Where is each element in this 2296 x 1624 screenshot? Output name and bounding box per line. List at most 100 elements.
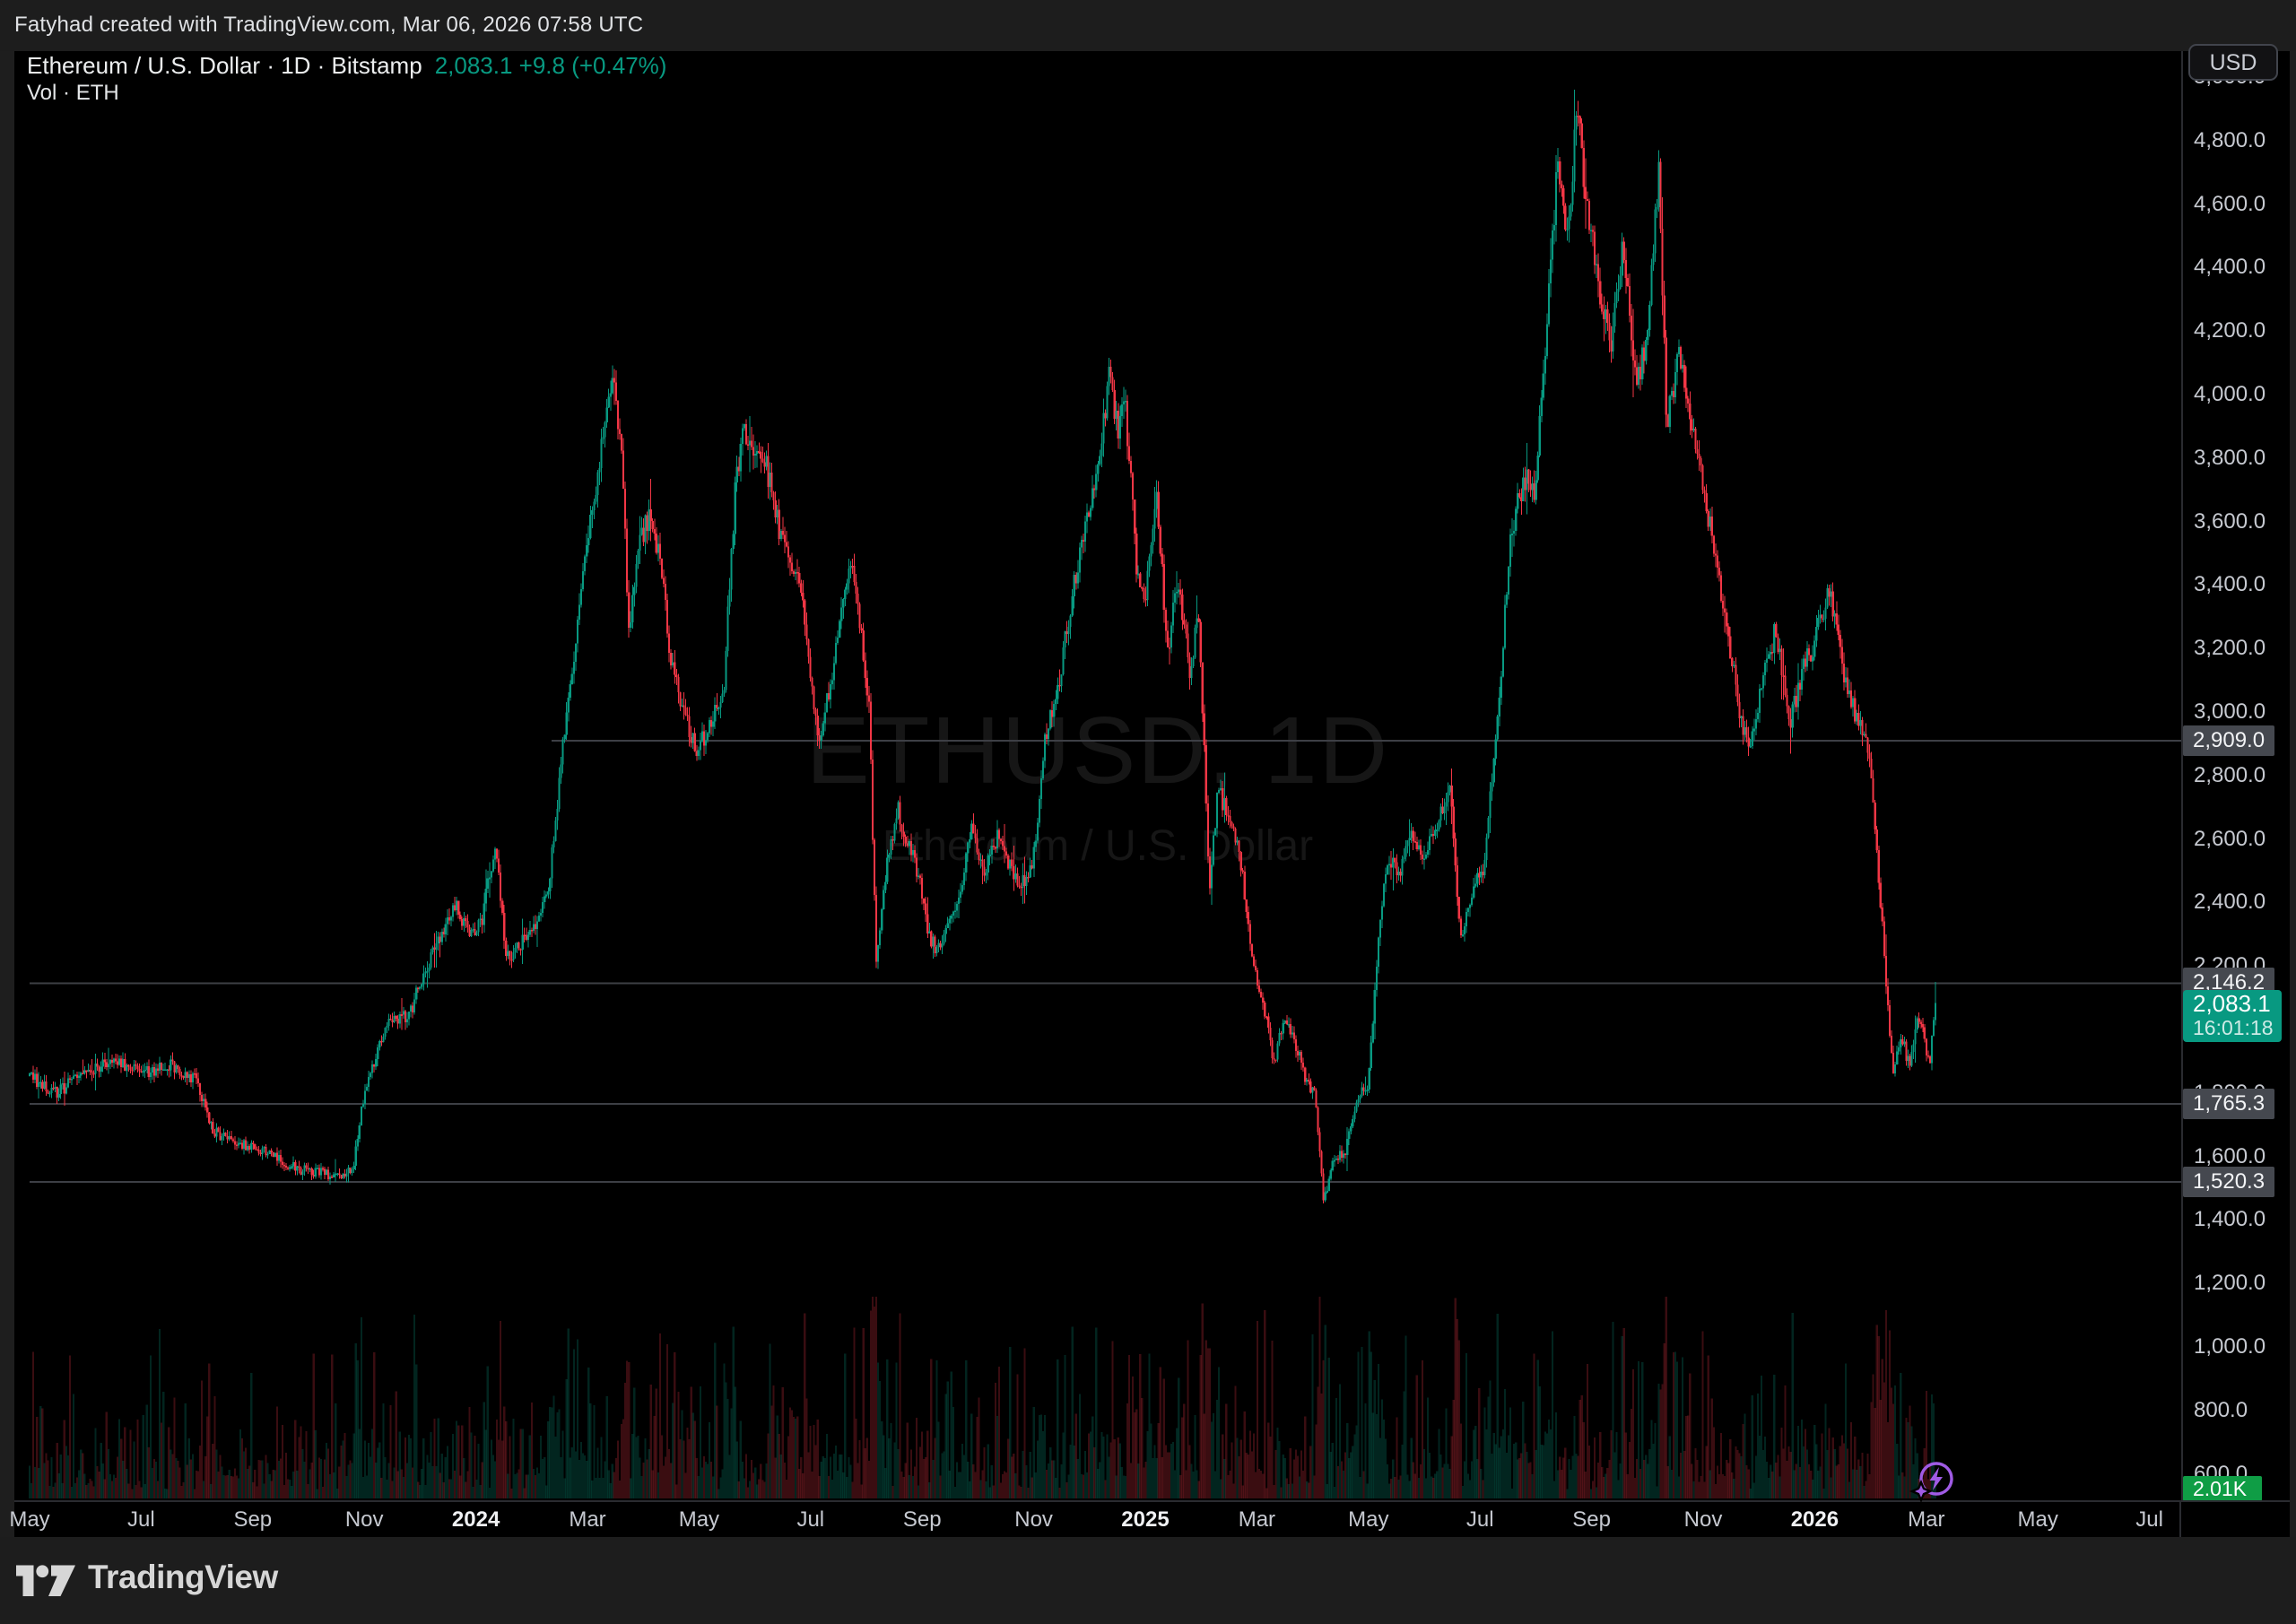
volume-bar bbox=[793, 1417, 795, 1498]
candle-body bbox=[347, 1168, 349, 1173]
candle-body bbox=[157, 1069, 159, 1072]
candle-body bbox=[361, 1107, 362, 1125]
candle-body bbox=[1634, 360, 1636, 368]
volume-bar bbox=[1211, 1422, 1213, 1498]
candle-body bbox=[232, 1139, 234, 1141]
candle-body bbox=[709, 720, 710, 733]
horizontal-level-line bbox=[30, 1103, 2181, 1105]
candle-body bbox=[73, 1076, 74, 1079]
candle-body bbox=[1139, 574, 1141, 587]
time-axis[interactable]: MayJulSepNov2024MarMayJulSepNov2025MarMa… bbox=[14, 1500, 2290, 1537]
candle-body bbox=[769, 473, 770, 487]
volume-bar bbox=[322, 1487, 324, 1498]
price-axis[interactable]: 600.0800.01,000.01,200.01,400.01,600.01,… bbox=[2181, 51, 2290, 1500]
candle-body bbox=[849, 566, 851, 569]
candle-wick bbox=[592, 506, 593, 528]
volume-bar bbox=[1281, 1487, 1283, 1498]
candle-body bbox=[805, 625, 807, 640]
volume-bar bbox=[965, 1360, 967, 1498]
volume-bar bbox=[1077, 1459, 1079, 1498]
candle-body bbox=[1682, 365, 1683, 369]
candle-body bbox=[1834, 613, 1836, 616]
tradingview-logo[interactable]: TradingView bbox=[16, 1559, 278, 1596]
attribution-text: Fatyhad created with TradingView.com, Ma… bbox=[14, 13, 643, 38]
volume-bar bbox=[1387, 1464, 1388, 1498]
candle-body bbox=[1077, 573, 1079, 584]
time-axis-month-label: Sep bbox=[903, 1507, 942, 1533]
volume-bar bbox=[1158, 1423, 1160, 1498]
volume-bar bbox=[1458, 1340, 1460, 1498]
volume-bar bbox=[1248, 1455, 1249, 1498]
candle-body bbox=[558, 777, 560, 809]
volume-bar bbox=[1011, 1457, 1013, 1498]
candle-body bbox=[1808, 648, 1810, 656]
volume-bar bbox=[355, 1343, 357, 1498]
volume-bar bbox=[589, 1403, 591, 1498]
volume-bar bbox=[1537, 1360, 1539, 1498]
volume-bar bbox=[1694, 1448, 1696, 1498]
candle-body bbox=[1759, 689, 1761, 713]
candle-body bbox=[1335, 1159, 1337, 1160]
volume-bar bbox=[674, 1352, 675, 1498]
volume-bar bbox=[1218, 1367, 1220, 1498]
currency-toggle-button[interactable]: USD bbox=[2188, 44, 2278, 81]
volume-bar bbox=[586, 1461, 587, 1498]
volume-bar bbox=[773, 1385, 775, 1498]
candle-body bbox=[1733, 664, 1735, 666]
candle-body bbox=[1079, 548, 1081, 573]
volume-bar bbox=[94, 1429, 96, 1498]
candle-body bbox=[438, 936, 439, 943]
volume-bar bbox=[1455, 1298, 1457, 1498]
candle-body bbox=[1715, 553, 1717, 555]
volume-bar bbox=[1857, 1459, 1859, 1498]
candle-body bbox=[1608, 323, 1610, 340]
candle-body bbox=[1636, 368, 1638, 385]
volume-bar bbox=[809, 1426, 811, 1498]
candle-body bbox=[630, 622, 631, 628]
candle-body bbox=[969, 839, 970, 842]
boost-lightning-icon[interactable] bbox=[1909, 1458, 1959, 1505]
candlestick-plot[interactable] bbox=[14, 51, 2181, 1500]
volume-bar bbox=[212, 1444, 213, 1498]
volume-bar bbox=[248, 1466, 250, 1498]
volume-bar bbox=[647, 1460, 648, 1498]
candle-body bbox=[501, 900, 503, 913]
volume-indicator-label[interactable]: Vol · ETH bbox=[27, 80, 666, 107]
volume-bar bbox=[868, 1461, 870, 1498]
volume-bar bbox=[883, 1436, 884, 1498]
chart-canvas[interactable]: ETHUSD, 1D Ethereum / U.S. Dollar Ethere… bbox=[14, 51, 2181, 1500]
volume-bar bbox=[271, 1481, 273, 1498]
candle-body bbox=[265, 1147, 266, 1155]
candle-body bbox=[1694, 429, 1696, 449]
volume-bar bbox=[1742, 1424, 1744, 1498]
price-tick: 3,200.0 bbox=[2194, 636, 2266, 661]
horizontal-level-line bbox=[30, 982, 2181, 984]
candle-body bbox=[1309, 1081, 1311, 1093]
candle-body bbox=[1169, 647, 1170, 649]
candle-body bbox=[1374, 990, 1376, 1024]
candle-wick bbox=[434, 933, 435, 968]
volume-bar bbox=[445, 1457, 447, 1498]
volume-bar bbox=[461, 1426, 463, 1498]
volume-bar bbox=[731, 1408, 733, 1498]
volume-bar bbox=[665, 1456, 666, 1498]
volume-bar bbox=[1748, 1469, 1750, 1498]
candle-body bbox=[1701, 465, 1703, 490]
time-axis-month-label: Nov bbox=[1014, 1507, 1053, 1533]
volume-bar bbox=[430, 1432, 431, 1498]
volume-bar bbox=[492, 1455, 494, 1498]
candle-body bbox=[861, 628, 863, 630]
candle-body bbox=[1817, 618, 1819, 627]
volume-bar bbox=[740, 1421, 742, 1498]
candle-wick bbox=[1605, 305, 1606, 334]
symbol-description[interactable]: Ethereum / U.S. Dollar · 1D · Bitstamp bbox=[27, 52, 422, 79]
volume-bar bbox=[1427, 1398, 1429, 1498]
candle-body bbox=[683, 706, 684, 708]
volume-bar bbox=[888, 1438, 890, 1498]
volume-bar bbox=[496, 1420, 498, 1498]
candle-body bbox=[760, 452, 761, 459]
candle-body bbox=[970, 823, 972, 839]
candle-body bbox=[178, 1069, 180, 1075]
candle-body bbox=[1242, 871, 1244, 873]
volume-bar bbox=[1161, 1457, 1163, 1498]
